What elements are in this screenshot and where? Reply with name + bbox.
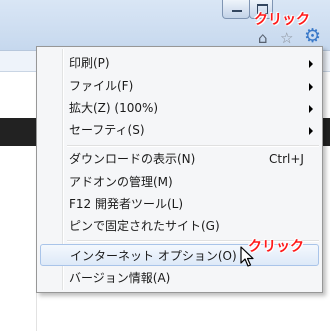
menu-item-label: ダウンロードの表示(N)	[69, 152, 196, 166]
submenu-arrow-icon	[309, 105, 313, 113]
menu-item-label: F12 開発者ツール(L)	[69, 197, 184, 211]
menu-item-developer-tools[interactable]: F12 開発者ツール(L)	[39, 193, 320, 215]
home-icon[interactable]: ⌂	[258, 30, 268, 46]
menu-item-about[interactable]: バージョン情報(A)	[39, 267, 320, 289]
menu-item-pinned-sites[interactable]: ピンで固定されたサイト(G)	[39, 215, 320, 237]
page-header-band	[0, 118, 36, 146]
menu-item-manage-addons[interactable]: アドオンの管理(M)	[39, 171, 320, 193]
menu-item-label: インターネット オプション(O)	[70, 249, 237, 263]
mouse-cursor-icon	[240, 246, 254, 267]
menu-item-label: バージョン情報(A)	[69, 271, 171, 285]
gear-icon[interactable]: ⚙	[304, 27, 321, 46]
page-content	[0, 146, 37, 331]
menu-item-label: ファイル(F)	[69, 79, 134, 93]
menu-item-label: ピンで固定されたサイト(G)	[69, 219, 220, 233]
click-annotation-gear: クリック	[254, 12, 310, 28]
menu-item-label: 拡大(Z) (100%)	[69, 101, 159, 115]
menu-item-print[interactable]: 印刷(P)	[39, 52, 320, 74]
star-icon[interactable]: ☆	[280, 30, 293, 46]
menu-item-label: アドオンの管理(M)	[69, 175, 173, 189]
menu-item-zoom[interactable]: 拡大(Z) (100%)	[39, 97, 320, 119]
submenu-arrow-icon	[309, 127, 313, 135]
menu-item-shortcut: Ctrl+J	[269, 152, 304, 166]
menu-item-safety[interactable]: セーフティ(S)	[39, 119, 320, 141]
menu-item-label: セーフティ(S)	[69, 123, 145, 137]
submenu-arrow-icon	[309, 83, 313, 91]
menu-item-view-downloads[interactable]: ダウンロードの表示(N) Ctrl+J	[39, 148, 320, 170]
submenu-arrow-icon	[309, 60, 313, 68]
menu-item-label: 印刷(P)	[69, 56, 110, 70]
click-annotation-internet-options: クリック	[248, 239, 304, 255]
menu-separator	[67, 145, 319, 147]
minimize-button[interactable]	[222, 0, 250, 19]
menu-item-file[interactable]: ファイル(F)	[39, 75, 320, 97]
